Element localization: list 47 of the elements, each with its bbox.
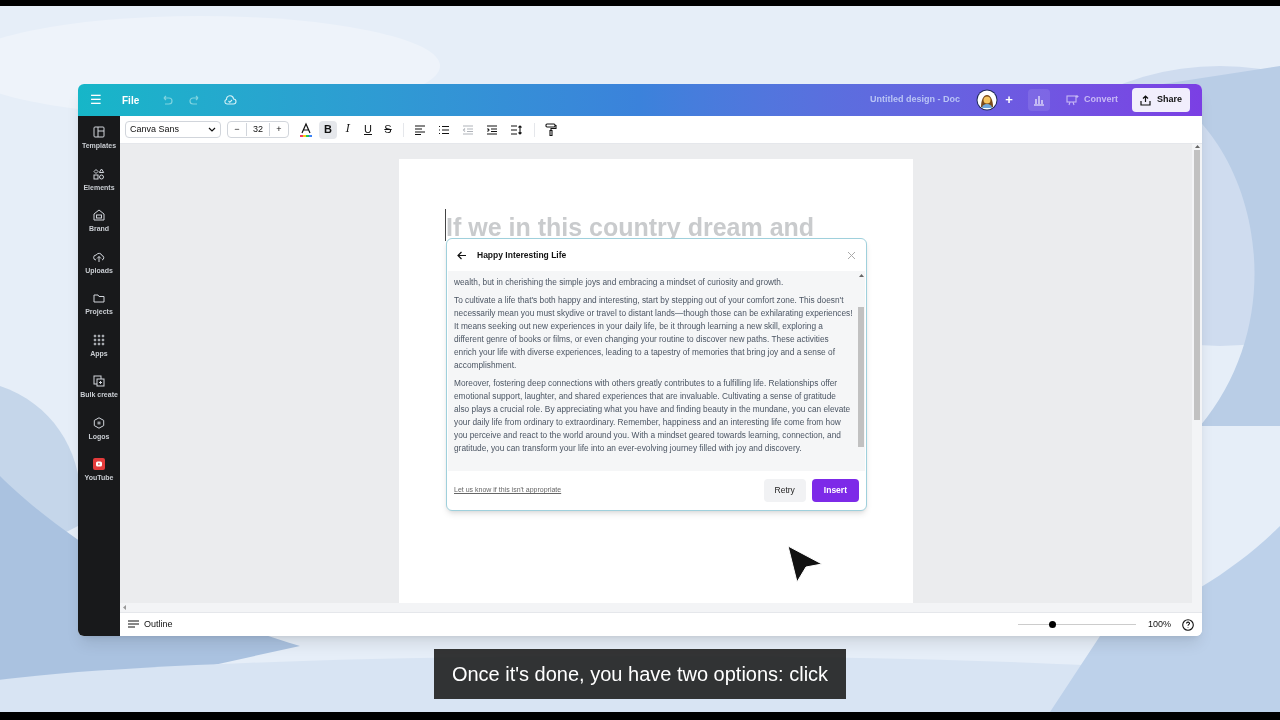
paragraph: Moreover, fostering deep connections with others greatly contributes to a fulfilling life. Relationships offer emotional support, laughter, and shared experiences that are invaluable. Cultivating a sense of gratitude also plays a crucial role. By appreciating what you have and finding beauty in the mundane, you can elevate your daily life from ordinary to extraordinary. Remember, happiness and an interesting life come from how you perceive and react to the world around you. With a mindset geared towards learning, connection, and gratitude, you can transform your life into an ever-evolving journey filled with joy and discovery. [454, 377, 852, 455]
dialog-title: Happy Interesting Life [477, 248, 567, 262]
strike-toggle[interactable]: S [379, 120, 397, 139]
scroll-left-icon[interactable] [122, 605, 126, 610]
cloud-check-icon[interactable] [223, 94, 238, 106]
line-spacing-icon[interactable] [510, 124, 522, 135]
text-color-icon[interactable] [299, 121, 313, 138]
zoom-slider-thumb[interactable] [1048, 621, 1056, 628]
scroll-up-icon[interactable] [858, 273, 864, 277]
back-arrow-icon[interactable] [457, 250, 467, 260]
outline-icon[interactable] [128, 620, 139, 629]
scrollbar[interactable] [1192, 144, 1202, 612]
scroll-up-icon[interactable] [1194, 144, 1200, 148]
font-dropdown[interactable]: Canva Sans [125, 121, 221, 138]
grid-icon [93, 333, 105, 346]
zoom-slider[interactable] [1018, 620, 1136, 629]
align-left-icon[interactable] [414, 124, 426, 135]
play-icon [93, 458, 105, 470]
presentation-icon [1065, 94, 1079, 106]
hexagon-icon [93, 416, 105, 429]
retry-button[interactable]: Retry [763, 479, 806, 502]
zoom-percentage[interactable]: 100% [1148, 617, 1174, 632]
share-button[interactable]: Share [1132, 88, 1190, 112]
shapes-icon [93, 167, 105, 180]
bold-toggle[interactable]: B [319, 120, 337, 139]
outline-button[interactable]: Outline [144, 617, 173, 632]
underline-toggle[interactable]: U [359, 120, 377, 139]
chevron-down-icon [208, 126, 216, 133]
add-button[interactable]: + [1001, 90, 1016, 110]
bullet-list-icon[interactable] [438, 124, 450, 135]
copy-plus-icon [93, 375, 105, 387]
help-icon[interactable] [1182, 618, 1194, 631]
mouse-pointer-icon [787, 545, 823, 583]
layout-icon [93, 126, 105, 138]
cloud-upload-icon [93, 250, 105, 263]
paragraph: To cultivate a life that's both happy and interesting, start by stepping out of your comfort zone. This doesn't necessarily mean you must skydive or travel to distant lands—though those can be exhilarating experiences! It means seeking out new experiences in your daily life, be it through learning a new skill, exploring a different genre of books or films, or even changing your routine to discover new paths. These activities enrich your life with diverse experiences, leading to a tapestry of memories that bring joy and a sense of accomplishment. [454, 294, 853, 372]
house-icon [93, 209, 105, 221]
chart-icon[interactable] [1027, 89, 1050, 111]
indent-icon[interactable] [486, 124, 498, 135]
italic-toggle[interactable]: I [339, 120, 357, 139]
video-caption: Once it's done, you have two options: click [433, 649, 847, 699]
paint-roller-icon[interactable] [545, 123, 557, 136]
upload-icon [1140, 94, 1151, 106]
folder-icon [93, 292, 105, 304]
avatar-icon[interactable] [975, 89, 998, 111]
insert-button[interactable]: Insert [811, 479, 859, 502]
paragraph: wealth, but in cherishing the simple joys and embracing a mindset of curiosity and growth. [454, 276, 785, 289]
